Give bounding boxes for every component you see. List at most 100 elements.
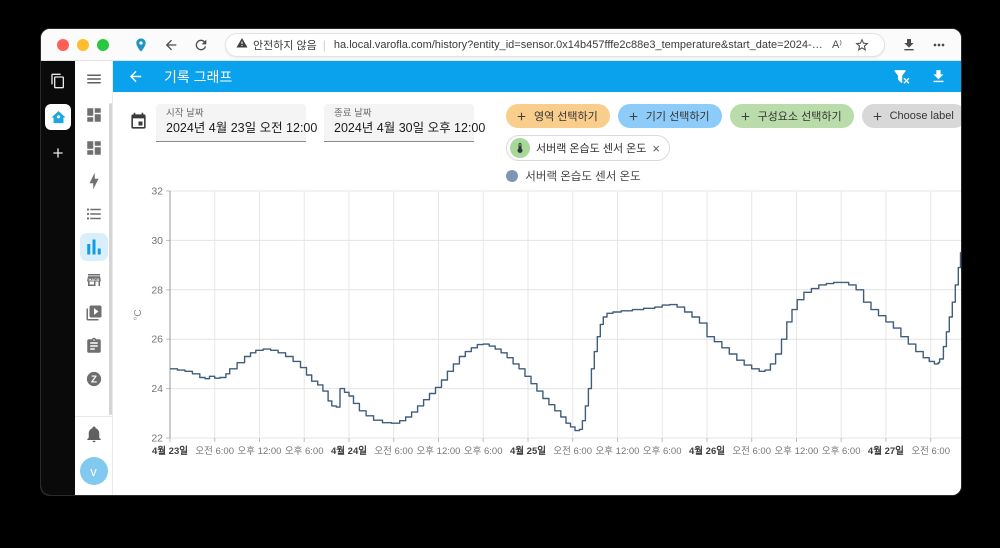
thermometer-icon — [510, 138, 530, 158]
svg-text:26: 26 — [151, 334, 163, 346]
refresh-button[interactable] — [189, 33, 213, 57]
filter-remove-button[interactable] — [893, 68, 910, 85]
address-separator: | — [323, 38, 326, 52]
svg-text:오전 6:00: 오전 6:00 — [732, 446, 771, 457]
plus-icon — [627, 110, 640, 123]
history-chart-svg[interactable]: 2224262830324월 23일오전 6:00오후 12:00오후 6:00… — [127, 186, 962, 464]
back-button[interactable] — [159, 33, 183, 57]
downloads-button[interactable] — [897, 33, 921, 57]
remove-entity-icon[interactable]: × — [652, 142, 660, 155]
svg-text:오후 6:00: 오후 6:00 — [643, 446, 682, 457]
svg-text:24: 24 — [151, 383, 163, 395]
svg-text:4월 24일: 4월 24일 — [331, 445, 367, 457]
main-area: 기록 그래프 — [113, 61, 961, 495]
choose-label-chip[interactable]: Choose label — [862, 104, 962, 128]
sidebar-item-shopping-list[interactable] — [80, 332, 108, 360]
sidebar-bottom: v — [75, 416, 112, 495]
favorite-star-icon[interactable] — [850, 33, 874, 57]
storefront-icon: HACS — [85, 271, 103, 289]
zigbee-icon: Z — [85, 370, 103, 388]
sidebar-item-automations[interactable] — [80, 167, 108, 195]
start-date-label: 시작 날짜 — [166, 108, 296, 120]
sidebar-item-zigbee2mqtt[interactable]: Z — [80, 365, 108, 393]
select-area-chip[interactable]: 영역 선택하기 — [506, 104, 610, 128]
end-date-field[interactable]: 종료 날짜 2024년 4월 30일 오후 12:00 — [324, 104, 474, 142]
download-data-button[interactable] — [930, 68, 947, 85]
svg-text:4월 25일: 4월 25일 — [510, 445, 546, 457]
chart-legend[interactable]: 서버랙 온습도 센서 온도 — [127, 168, 962, 184]
svg-text:°C: °C — [133, 309, 144, 320]
svg-text:22: 22 — [151, 433, 163, 445]
chip-label: 기기 선택하기 — [646, 108, 710, 124]
svg-text:30: 30 — [151, 235, 163, 247]
appbar-actions — [893, 68, 947, 85]
media-play-icon — [85, 304, 103, 322]
legend-label: 서버랙 온습도 센서 온도 — [525, 168, 640, 184]
app-header: 기록 그래프 — [113, 61, 961, 92]
desktop-background: 안전하지 않음 | ha.local.varofla.com/history?e… — [0, 0, 1000, 548]
select-entity-chip[interactable]: 구성요소 선택하기 — [730, 104, 854, 128]
not-secure-warning-icon[interactable] — [236, 36, 248, 54]
sidebar-menu-button[interactable] — [80, 65, 108, 93]
entity-chip[interactable]: 서버랙 온습도 센서 온도 × — [506, 135, 670, 161]
more-menu-button[interactable] — [927, 33, 951, 57]
user-avatar[interactable]: v — [80, 457, 108, 485]
page-title: 기록 그래프 — [164, 67, 893, 87]
lightning-bolt-icon — [85, 172, 103, 190]
plus-icon — [515, 110, 528, 123]
vertical-tabs-strip — [41, 61, 75, 495]
address-bar[interactable]: 안전하지 않음 | ha.local.varofla.com/history?e… — [225, 33, 885, 57]
sidebar-nav: HACS Z — [80, 101, 108, 416]
svg-text:28: 28 — [151, 284, 163, 296]
chip-label: Choose label — [890, 110, 954, 122]
history-chart[interactable]: 2224262830324월 23일오전 6:00오후 12:00오후 6:00… — [127, 186, 962, 464]
location-pin-icon[interactable] — [129, 33, 153, 57]
browser-toolbar: 안전하지 않음 | ha.local.varofla.com/history?e… — [41, 29, 961, 61]
ha-sidebar: HACS Z v — [75, 61, 113, 495]
legend-dot — [506, 170, 518, 182]
start-date-value: 2024년 4월 23일 오전 12:00 — [166, 120, 296, 136]
svg-text:오후 12:00: 오후 12:00 — [596, 446, 640, 457]
plus-icon — [739, 110, 752, 123]
svg-text:4월 26일: 4월 26일 — [689, 445, 725, 457]
chip-label: 영역 선택하기 — [534, 108, 598, 124]
new-tab-button[interactable] — [46, 141, 70, 165]
close-window-button[interactable] — [57, 39, 69, 51]
sidebar-item-dashboard-2[interactable] — [80, 134, 108, 162]
svg-text:오후 12:00: 오후 12:00 — [238, 446, 282, 457]
zoom-window-button[interactable] — [97, 39, 109, 51]
notifications-bell-icon[interactable] — [85, 425, 103, 448]
svg-text:오전 6:00: 오전 6:00 — [911, 446, 950, 457]
sidebar-scrollbar[interactable] — [109, 103, 112, 415]
svg-text:오후 12:00: 오후 12:00 — [417, 446, 461, 457]
url-text: ha.local.varofla.com/history?entity_id=s… — [334, 39, 824, 51]
view-dashboard-icon — [85, 106, 103, 124]
browser-window: 안전하지 않음 | ha.local.varofla.com/history?e… — [40, 28, 962, 496]
chart-bar-icon — [85, 238, 103, 256]
svg-text:오전 6:00: 오전 6:00 — [374, 446, 413, 457]
start-date-field[interactable]: 시작 날짜 2024년 4월 23일 오전 12:00 — [156, 104, 306, 142]
history-content: 시작 날짜 2024년 4월 23일 오전 12:00 종료 날짜 2024년 … — [113, 92, 961, 495]
select-device-chip[interactable]: 기기 선택하기 — [618, 104, 722, 128]
sidebar-item-media[interactable] — [80, 299, 108, 327]
home-assistant-logo-icon — [50, 109, 67, 126]
filter-chips-block: 영역 선택하기 기기 선택하기 구성요소 선택하기 Choose label 서버랙 … — [506, 104, 962, 161]
sidebar-item-hacs[interactable]: HACS — [80, 266, 108, 294]
sidebar-item-history[interactable] — [80, 233, 108, 261]
svg-text:오후 12:00: 오후 12:00 — [775, 446, 819, 457]
svg-text:Z: Z — [91, 374, 97, 385]
svg-text:오전 6:00: 오전 6:00 — [195, 446, 234, 457]
tab-actions-icon[interactable] — [46, 69, 70, 93]
calendar-icon[interactable] — [129, 112, 148, 136]
filter-chips-row: 영역 선택하기 기기 선택하기 구성요소 선택하기 Choose label — [506, 104, 962, 128]
chip-label: 구성요소 선택하기 — [758, 108, 842, 124]
minimize-window-button[interactable] — [77, 39, 89, 51]
read-aloud-icon[interactable]: A⁾ — [832, 38, 842, 51]
sidebar-item-todo-list[interactable] — [80, 200, 108, 228]
app-back-button[interactable] — [127, 68, 144, 85]
active-tab-home-assistant[interactable] — [45, 104, 71, 130]
svg-text:오후 6:00: 오후 6:00 — [822, 446, 861, 457]
svg-text:오전 6:00: 오전 6:00 — [553, 446, 592, 457]
sidebar-item-dashboard[interactable] — [80, 101, 108, 129]
not-secure-label: 안전하지 않음 — [253, 37, 317, 53]
